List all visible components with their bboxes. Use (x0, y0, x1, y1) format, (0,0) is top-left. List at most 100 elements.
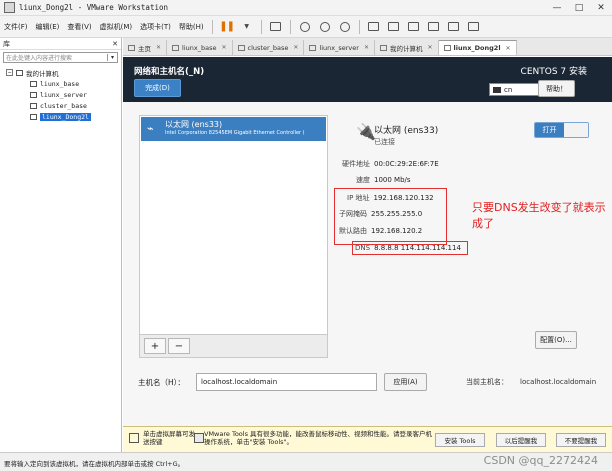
console-view-button[interactable] (446, 19, 462, 35)
thumbnail-icon (388, 22, 400, 31)
tree-item-liunx-base[interactable]: liunx_base (0, 78, 121, 89)
never-remind-button[interactable]: 不要提醒我 (556, 433, 606, 447)
statusbar: 要将输入定向到该虚拟机，请在虚拟机内部单击或按 Ctrl+G。 CSDN @qq… (0, 452, 612, 471)
current-hostname: 当前主机名： localhost.localdomain (466, 377, 596, 387)
menu-vm[interactable]: 虚拟机(M) (96, 22, 137, 32)
menu-tabs[interactable]: 选项卡(T) (136, 22, 175, 32)
done-button[interactable]: 完成(D) (134, 79, 181, 97)
tab-close-icon[interactable]: ✕ (364, 44, 369, 51)
thumbnail-button[interactable] (386, 19, 402, 35)
library-icon (368, 22, 380, 31)
tree-item-liunx-dong2l[interactable]: liunx_Dong2l (0, 111, 121, 122)
prop-key: 硬件地址 (342, 160, 370, 168)
snapshot-manager-button[interactable] (337, 19, 353, 35)
unity-icon (428, 22, 440, 31)
tab-close-icon[interactable]: ✕ (156, 44, 161, 51)
tab-liunx-base[interactable]: liunx_base ✕ (167, 40, 233, 55)
help-button[interactable]: 帮助！ (538, 80, 575, 97)
tab-close-icon[interactable]: ✕ (293, 44, 298, 51)
tree-root-my-computer[interactable]: − 我的计算机 (0, 67, 121, 78)
menu-edit[interactable]: 编辑(E) (32, 22, 64, 32)
vm-icon (30, 91, 37, 98)
tree-item-label: liunx_server (40, 90, 87, 99)
tab-liunx-dong2l[interactable]: liunx_Dong2l ✕ (438, 40, 517, 55)
vm-icon (443, 45, 451, 51)
vmware-app-icon (4, 2, 15, 13)
vm-icon (309, 44, 317, 51)
snapshot-button[interactable] (297, 19, 313, 35)
library-header: 库 ✕ (0, 38, 121, 50)
highlight-ip-box (334, 188, 447, 245)
menu-view[interactable]: 查看(V) (63, 22, 95, 32)
device-list-toolbar: + − (139, 334, 328, 358)
tab-label: liunx_server (319, 43, 359, 52)
computer-icon (379, 44, 387, 51)
add-device-button[interactable]: + (144, 338, 166, 354)
menu-help[interactable]: 帮助(H) (175, 22, 208, 32)
current-hostname-value: localhost.localdomain (520, 378, 597, 386)
close-button[interactable]: ✕ (590, 0, 612, 16)
clock-icon (299, 21, 310, 32)
device-toggle[interactable]: 打开 (534, 122, 589, 138)
installer-header: 网络和主机名(_N) 完成(D) CENTOS 7 安装 cn 帮助！ (123, 57, 612, 102)
tab-close-icon[interactable]: ✕ (427, 44, 432, 51)
pause-vm-button[interactable]: ❚❚ (219, 19, 235, 35)
tab-my-computer[interactable]: 我的计算机 ✕ (375, 40, 439, 55)
tab-close-icon[interactable]: ✕ (221, 44, 226, 51)
ethernet-plug-icon: ⌁ (147, 122, 154, 135)
minimize-button[interactable]: — (546, 0, 568, 16)
search-dropdown-icon[interactable]: ▾ (107, 54, 117, 61)
menubar: 文件(F) 编辑(E) 查看(V) 虚拟机(M) 选项卡(T) 帮助(H) ❚❚… (0, 16, 612, 38)
clock-back-icon (319, 21, 330, 32)
vm-running-icon (30, 113, 37, 120)
maximize-button[interactable]: □ (568, 0, 590, 16)
keyboard-icon (493, 86, 501, 93)
list-item-ens33[interactable]: ⌁ 以太网 (ens33) Intel Corporation 82545EM … (141, 117, 326, 141)
vmware-tools-bar: 单击虚拟屏幕可发送按键 VMware Tools 具有很多功能，能改善鼠标移动性… (123, 426, 612, 452)
apply-button[interactable]: 应用(A) (384, 373, 427, 391)
ethernet-icon: 🔌 (356, 122, 376, 141)
tree-item-liunx-server[interactable]: liunx_server (0, 89, 121, 100)
prop-hardware-address: 硬件地址 00:0C:29:2E:6F:7E (342, 159, 439, 169)
vm-icon (30, 80, 37, 87)
power-dropdown-button[interactable]: ▼ (239, 19, 255, 35)
vmware-tools-message: VMware Tools 具有很多功能，能改善鼠标移动性、视频和性能。请登录客户… (204, 430, 433, 446)
library-view-button[interactable] (366, 19, 382, 35)
pause-icon: ❚❚ (219, 21, 235, 32)
click-screen-text: 单击虚拟屏幕可发送按键 (143, 430, 195, 446)
keyboard-layout-label: cn (504, 85, 513, 94)
menu-file[interactable]: 文件(F) (0, 22, 32, 32)
tree-item-cluster-base[interactable]: cluster_base (0, 100, 121, 111)
vmware-tools-icon (194, 433, 204, 443)
toggle-on-label: 打开 (535, 123, 564, 137)
monitor-icon (270, 22, 282, 31)
guest-screen[interactable]: 网络和主机名(_N) 完成(D) CENTOS 7 安装 cn 帮助！ ⌁ 以太… (123, 57, 612, 452)
hostname-input[interactable]: localhost.localdomain (196, 373, 377, 391)
remove-device-button[interactable]: − (168, 338, 190, 354)
tab-cluster-base[interactable]: cluster_base ✕ (233, 40, 305, 55)
toolbar-separator (358, 19, 360, 34)
tab-liunx-server[interactable]: liunx_server ✕ (304, 40, 375, 55)
library-search-input[interactable]: 在此处键入内容进行搜索 ▾ (3, 52, 118, 63)
stretch-button[interactable] (466, 19, 482, 35)
send-ctrl-alt-del-button[interactable] (268, 19, 284, 35)
library-close-icon[interactable]: ✕ (112, 40, 118, 48)
current-hostname-label: 当前主机名： (466, 378, 508, 386)
unity-button[interactable] (426, 19, 442, 35)
device-status: 已连接 (374, 138, 395, 146)
fullscreen-icon (408, 22, 420, 31)
tab-close-icon[interactable]: ✕ (506, 45, 511, 52)
remind-later-button[interactable]: 以后提醒我 (496, 433, 546, 447)
device-name: 以太网 (ens33) (374, 126, 439, 136)
install-tools-button[interactable]: 安装 Tools (435, 433, 485, 447)
snapshot-manager-icon (339, 21, 350, 32)
tab-home[interactable]: 主页 ✕ (123, 40, 168, 55)
revert-snapshot-button[interactable] (317, 19, 333, 35)
device-list-description: Intel Corporation 82545EM Gigabit Ethern… (165, 130, 305, 136)
configure-button[interactable]: 配置(O)... (535, 331, 577, 349)
fullscreen-button[interactable] (406, 19, 422, 35)
collapse-icon[interactable]: − (6, 69, 13, 76)
tree-item-label: cluster_base (40, 101, 87, 110)
annotation-note: 只要DNS发生改变了就表示成了 (472, 201, 606, 230)
library-sidebar: 库 ✕ 在此处键入内容进行搜索 ▾ − 我的计算机 liunx_base liu… (0, 38, 122, 452)
